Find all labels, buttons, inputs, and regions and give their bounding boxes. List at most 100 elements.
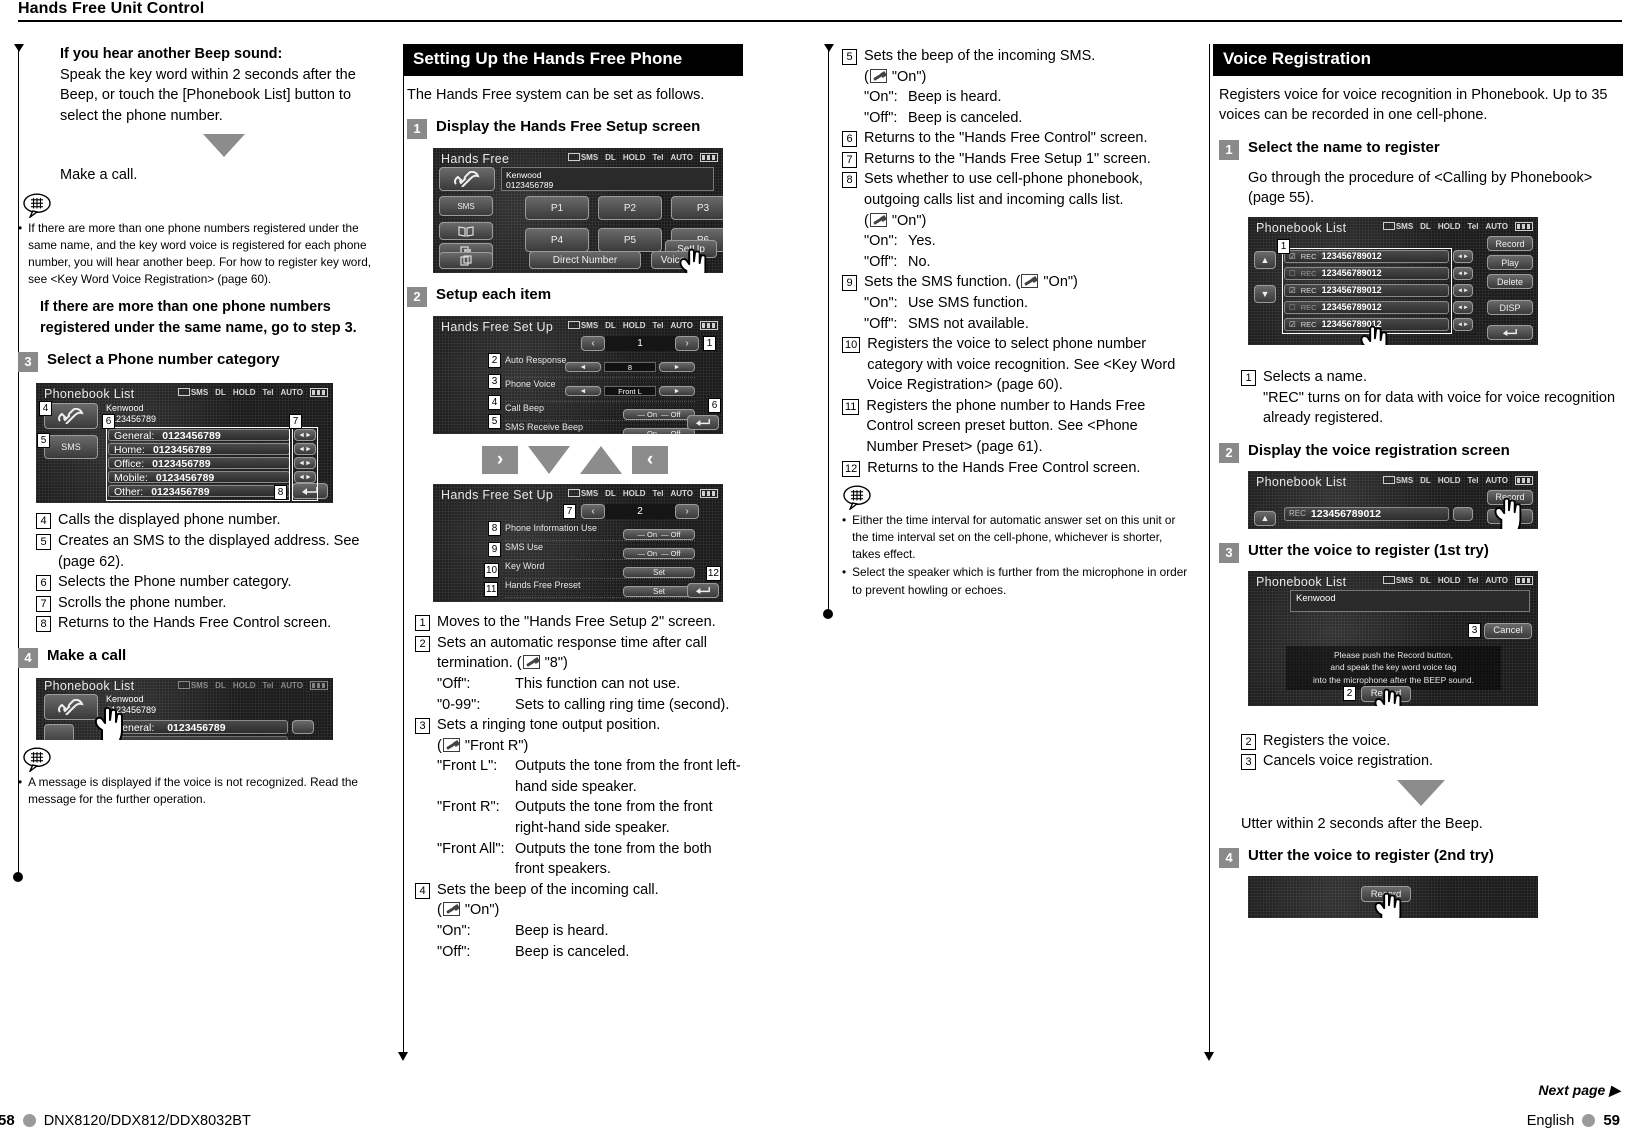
contact-number: 0123456789 [506,180,554,191]
preset-button-p4[interactable]: P4 [525,228,589,253]
scroll-down-button[interactable]: ▼ [1254,285,1276,303]
auto-status-icon: AUTO [280,388,303,398]
preset-button-p3[interactable]: P3 [671,196,723,221]
toggle-on-off[interactable]: — On — Off [623,529,695,541]
preset-button-p2[interactable]: P2 [598,196,662,221]
step-title: Display the Hands Free Setup screen [436,118,701,136]
make-a-call-text: Make a call. [60,167,138,184]
screen-title: Hands Free Set Up [441,488,554,503]
note-balloon-icon [23,747,51,772]
play-button[interactable]: Play [1487,255,1533,270]
delete-button[interactable]: Delete [1487,274,1533,289]
default-value: "8" [544,655,564,672]
increment-button[interactable]: ► [659,362,695,373]
hold-status-icon: HOLD [1437,575,1461,585]
flow-arrow-down-icon [1397,779,1445,806]
bullet-icon: • [18,220,23,235]
preset-button-p5[interactable]: P5 [598,228,662,253]
screen-phonebook-rec-list: Phonebook List SMS DL HOLD Tel AUTO Reco… [1248,217,1538,345]
scroll-button[interactable]: ◄► [1453,301,1473,314]
pages-icon-2 [460,255,472,266]
dl-status-icon: DL [1420,475,1431,485]
sub-key: "0-99": [437,696,481,713]
sms-button[interactable] [44,723,74,740]
battery-status-icon [1515,575,1533,585]
setup-row: Hands Free Preset Set [505,579,695,599]
callout-text: Selects the Phone number category. [58,574,292,591]
sub-key: "On": [864,294,898,311]
screen-voice-record-2nd: Record [1248,876,1538,919]
status-bar: SMS DL HOLD Tel AUTO [1382,475,1533,485]
step-number-badge: 1 [407,119,427,140]
scroll-button[interactable] [1453,506,1473,521]
return-arrow-icon [1502,328,1517,337]
set-button[interactable]: Set [623,567,695,579]
sub-item: "On": Yes. [864,231,1188,252]
sub-item: "Front L": Outputs the tone from the fron… [437,756,743,797]
signal-status-icon: Tel [1467,575,1479,585]
incoming-calls-button[interactable] [439,252,493,270]
page-selector[interactable]: ‹ 1 › [581,336,699,352]
sms-status-icon: SMS [567,321,598,330]
toggle-on-off[interactable]: — On — Off [623,428,695,435]
call-button[interactable] [44,403,98,430]
highlight-box-categories [106,427,290,502]
preset-button-p1[interactable]: P1 [525,196,589,221]
record-button[interactable]: Record [1487,236,1533,251]
category-row[interactable]: General: 0123456789 [108,719,288,734]
decrement-button[interactable]: ◄ [565,386,601,397]
toggle-on-off[interactable]: — On — Off [623,409,695,421]
scroll-up-button[interactable]: ▲ [1254,510,1276,526]
phonebook-button[interactable] [439,222,493,241]
return-button[interactable] [1487,325,1533,340]
call-button[interactable] [439,167,495,192]
sms-status-icon: SMS [177,680,208,690]
category-row[interactable]: 0123456789 [108,735,288,740]
setup-row: Call Beep — On — Off [505,402,695,422]
disp-button[interactable]: DISP [1487,300,1533,315]
next-page-button[interactable]: › [675,336,699,352]
return-button[interactable] [687,583,719,599]
sub-key: "On": [864,89,898,106]
auto-status-icon: AUTO [280,680,303,690]
sms-button[interactable]: SMS [44,435,98,460]
signal-status-icon: Tel [652,321,664,331]
next-page-button[interactable]: › [675,504,699,520]
direct-number-button[interactable]: Direct Number [529,251,641,270]
sms-status-icon: SMS [1382,475,1413,485]
col4-bottom-arrow [1204,1052,1214,1061]
toggle-on-off[interactable]: — On — Off [623,548,695,560]
return-button[interactable] [687,415,719,431]
sub-key: "On": [864,233,898,250]
sub-key: "Off": [864,253,898,270]
arrow-up-icon [580,446,622,475]
scroll-button[interactable]: ◄► [1453,250,1473,263]
step-title: Utter the voice to register (2nd try) [1248,847,1494,865]
scroll-up-button[interactable]: ▲ [1254,251,1276,269]
prev-page-button[interactable]: ‹ [581,504,605,520]
page-selector[interactable]: ‹ 2 › [581,504,699,520]
callout-text: Sets an automatic response time after ca… [437,634,707,672]
decrement-button[interactable]: ◄ [565,362,601,373]
scroll-button[interactable]: ◄► [1453,284,1473,297]
step-number-badge: 4 [18,647,38,668]
scroll-button[interactable]: ◄► [1453,267,1473,280]
sub-item: "Off": This function can not use. [437,674,743,695]
callout-text: Returns to the "Hands Free Control" scre… [864,130,1148,147]
cancel-button[interactable]: Cancel [1484,622,1532,639]
scroll-button[interactable]: ◄► [1453,318,1473,331]
callout-item: 10 Registers the voice to select phone n… [842,334,1188,396]
callout-8: 8 [488,521,501,537]
scroll-button[interactable] [292,719,314,734]
callout-item: 4 Sets the beep of the incoming call. [415,880,743,901]
prev-page-button[interactable]: ‹ [581,336,605,352]
increment-button[interactable]: ► [659,386,695,397]
callout-item: 2 Registers the voice. [1241,731,1623,752]
set-button[interactable]: Set [623,586,695,598]
sms-button[interactable]: SMS [439,196,493,217]
callout-item: 7 Scrolls the phone number. [36,593,388,614]
phonebook-row[interactable]: REC 123456789012 [1284,506,1449,521]
note-list-1: • If there are more than one phone number… [18,220,388,288]
sms-status-icon: SMS [1382,575,1413,585]
sub-key: "Off": [437,943,471,960]
